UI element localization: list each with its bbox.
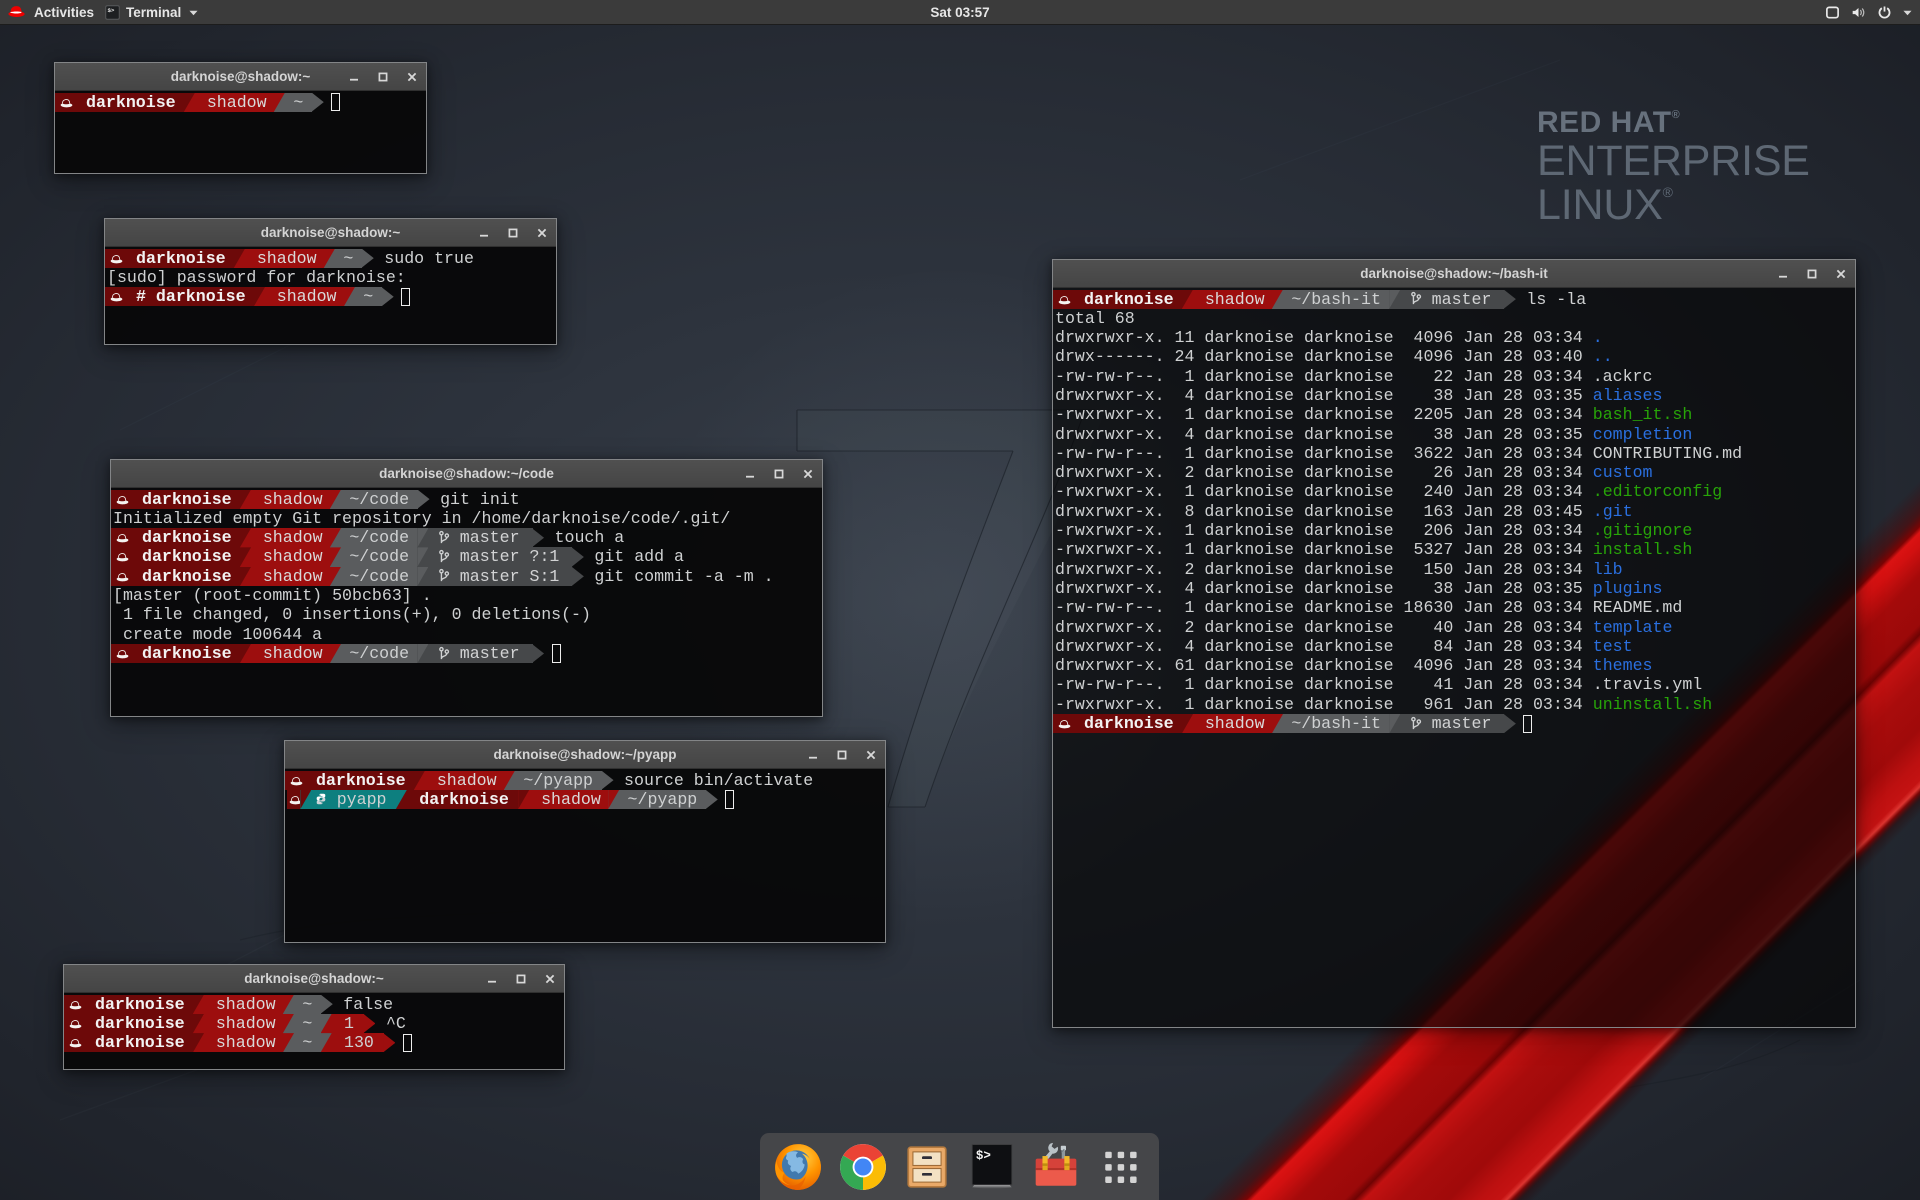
svg-text:$>: $> bbox=[976, 1149, 991, 1163]
